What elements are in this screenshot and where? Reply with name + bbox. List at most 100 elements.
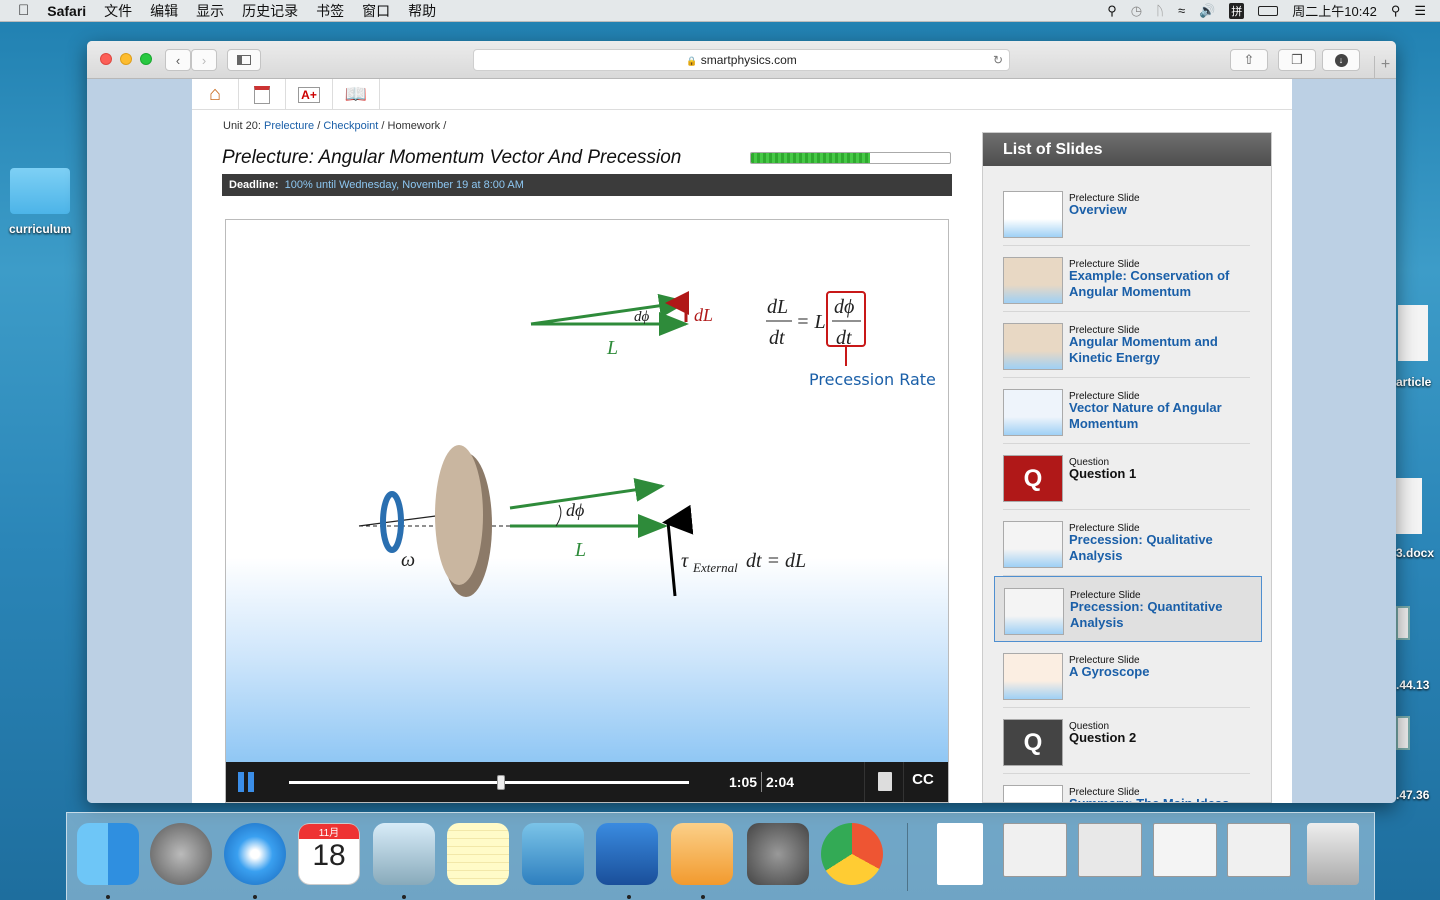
wifi-icon[interactable]: ≈ [1178, 3, 1185, 18]
menu-app-name[interactable]: Safari [47, 3, 86, 19]
recent-document-thumbnail[interactable] [1003, 823, 1067, 877]
spotlight-alt-icon[interactable]: ⚲ [1107, 3, 1117, 19]
address-bar[interactable]: 🔒 smartphysics.com ↻ [473, 49, 1010, 71]
slide-list-item[interactable]: Q Question Question 2 [1003, 708, 1250, 774]
forward-button[interactable]: › [191, 49, 217, 71]
menu-help[interactable]: 帮助 [408, 1, 436, 21]
downloads-button[interactable]: ↓ [1322, 49, 1360, 71]
question-thumbnail: Q [1003, 719, 1063, 766]
bottom-L-prime-vector [509, 477, 665, 510]
menu-history[interactable]: 历史记录 [242, 1, 298, 21]
question-q-icon: Q [1023, 729, 1043, 756]
seek-handle[interactable] [497, 775, 505, 790]
system-preferences-dock-icon[interactable] [747, 823, 809, 885]
desktop-file-docx[interactable]: 3.docx [1396, 478, 1440, 560]
calendar-day: 18 [312, 839, 346, 872]
minimize-window-button[interactable] [120, 53, 132, 65]
slide-list-item[interactable]: Prelecture Slide Precession: Qualitative … [1003, 510, 1250, 576]
zoom-window-button[interactable] [140, 53, 152, 65]
spotlight-icon[interactable]: ⚲ [1391, 3, 1401, 19]
torque-vector [662, 504, 694, 597]
time-separator [761, 772, 762, 792]
completion-progress-bar [750, 152, 951, 164]
chevron-right-icon: › [201, 52, 207, 68]
grades-nav-button[interactable]: A+ [286, 79, 333, 110]
download-icon: ↓ [1334, 53, 1348, 67]
precession-rate-label: Precession Rate [809, 370, 936, 389]
pause-button[interactable] [236, 771, 258, 793]
home-nav-button[interactable]: ⌂ [192, 79, 239, 110]
pages-dock-icon[interactable] [671, 823, 733, 885]
breadcrumb-current: Homework [387, 120, 441, 132]
recent-document-thumbnail[interactable] [1227, 823, 1291, 877]
book-nav-button[interactable]: 📖 [333, 79, 380, 110]
time-machine-icon[interactable]: ◷ [1131, 3, 1142, 19]
breadcrumb-prelecture-link[interactable]: Prelecture [264, 120, 314, 132]
slide-list-item[interactable]: Q Question Question 1 [1003, 444, 1250, 510]
lock-icon: 🔒 [686, 56, 698, 66]
player-controls: 1:05 2:04 CC [226, 762, 948, 802]
plus-icon: + [1380, 56, 1391, 73]
calendar-dock-icon[interactable]: 11月 18 [298, 823, 360, 885]
slide-title-label: Question 1 [1069, 466, 1137, 481]
top-dphi-label: dϕ [634, 309, 650, 325]
video-player[interactable]: dϕ dL L dL dt = L dϕ dt Precession Rate [225, 219, 949, 803]
launchpad-dock-icon[interactable] [150, 823, 212, 885]
input-method-icon[interactable]: 拼 [1229, 2, 1245, 19]
menu-file[interactable]: 文件 [104, 1, 132, 21]
share-button[interactable]: ⇧ [1230, 49, 1268, 71]
transcript-button[interactable] [864, 762, 904, 802]
back-button[interactable]: ‹ [165, 49, 191, 71]
mail-dock-icon[interactable] [373, 823, 435, 885]
slide-list-item[interactable]: Prelecture Slide Precession: Quantitative… [994, 576, 1262, 642]
slide-list-item[interactable]: Prelecture SlideSummary: The Main Ideas [1003, 774, 1250, 802]
desktop-folder[interactable]: curriculum [4, 168, 76, 236]
finder-dock-icon[interactable] [77, 823, 139, 885]
bluetooth-icon[interactable]: ᚢ [1156, 3, 1164, 18]
dictionary-dock-icon[interactable] [596, 823, 658, 885]
tabs-overview-button[interactable]: ❐ [1278, 49, 1316, 71]
menu-view[interactable]: 显示 [196, 1, 224, 21]
menu-bookmarks[interactable]: 书签 [316, 1, 344, 21]
notification-center-icon[interactable]: ☰ [1414, 3, 1426, 19]
closed-captions-button[interactable]: CC [908, 771, 938, 793]
desktop-folder-label: curriculum [8, 222, 71, 236]
desktop-file-label: .44.13 [1396, 678, 1430, 692]
notes-dock-icon[interactable] [447, 823, 509, 885]
slide-thumbnail [1003, 785, 1063, 802]
slide-list-item[interactable]: Prelecture Slide A Gyroscope [1003, 642, 1250, 708]
apple-menu-icon[interactable]:  [18, 2, 29, 19]
trash-dock-icon[interactable] [1307, 823, 1359, 885]
recent-document-thumbnail[interactable] [1153, 823, 1217, 877]
sidebar-toggle-button[interactable] [227, 49, 261, 71]
desktop-file-screenshot-1[interactable]: .44.13 [1396, 606, 1440, 692]
volume-icon[interactable]: 🔊 [1199, 3, 1215, 19]
seek-bar[interactable] [289, 775, 689, 790]
iphoto-dock-icon[interactable] [522, 823, 584, 885]
question-thumbnail: Q [1003, 455, 1063, 502]
clock[interactable]: 周二上午10:42 [1292, 1, 1377, 20]
close-window-button[interactable] [100, 53, 112, 65]
slide-list-item[interactable]: Prelecture Slide Angular Momentum and Kin… [1003, 312, 1250, 378]
new-tab-button[interactable]: + [1374, 56, 1396, 79]
desktop-file-article[interactable]: article [1396, 305, 1440, 389]
slide-list-item[interactable]: Prelecture Slide Example: Conservation of… [1003, 246, 1250, 312]
top-dL-label: dL [694, 305, 713, 325]
calendar-nav-button[interactable] [239, 79, 286, 110]
cc-icon: CC [912, 771, 934, 788]
menu-edit[interactable]: 编辑 [150, 1, 178, 21]
document-dock-icon[interactable] [937, 823, 983, 885]
battery-icon[interactable] [1258, 5, 1279, 16]
slide-list-item[interactable]: Prelecture Slide Overview [1003, 180, 1250, 246]
desktop-file-screenshot-2[interactable]: .47.36 [1396, 716, 1440, 802]
chrome-dock-icon[interactable] [821, 823, 883, 885]
recent-document-thumbnail[interactable] [1078, 823, 1142, 877]
pause-icon [248, 772, 254, 792]
slide-thumbnail [1003, 653, 1063, 700]
reload-icon[interactable]: ↻ [993, 50, 1003, 70]
safari-dock-icon[interactable] [224, 823, 286, 885]
breadcrumb-checkpoint-link[interactable]: Checkpoint [323, 120, 378, 132]
calendar-month: 11月 [299, 824, 359, 839]
slide-list-item[interactable]: Prelecture Slide Vector Nature of Angular… [1003, 378, 1250, 444]
menu-window[interactable]: 窗口 [362, 1, 390, 21]
